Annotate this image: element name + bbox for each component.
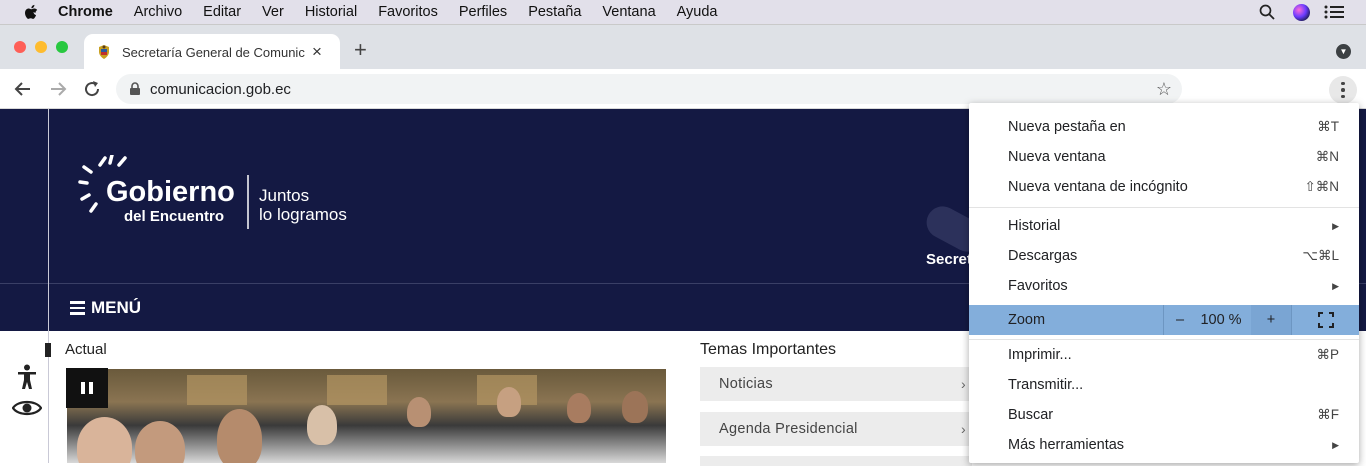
tab-strip: Secretaría General de Comunic × + ▼	[0, 24, 1366, 70]
reload-icon[interactable]	[83, 80, 101, 98]
star-icon[interactable]: ☆	[1156, 79, 1172, 100]
accessibility-sidebar	[10, 364, 42, 418]
news-photo[interactable]	[67, 369, 666, 463]
submenu-arrow-icon: ▶	[1332, 280, 1339, 291]
zoom-out-button[interactable]: –	[1165, 305, 1195, 335]
gobierno-logo[interactable]: Gobierno del Encuentro Juntos lo logramo…	[78, 155, 378, 235]
menu-item-mas-herramientas[interactable]: Más herramientas ▶	[969, 430, 1359, 460]
submenu-arrow-icon: ▶	[1332, 439, 1339, 450]
menu-item-nueva-ventana[interactable]: Nueva ventana ⌘N	[969, 142, 1359, 172]
menu-perfiles[interactable]: Perfiles	[459, 4, 507, 20]
menu-item-descargas[interactable]: Descargas ⌥⌘L	[969, 241, 1359, 271]
menu-item-buscar[interactable]: Buscar ⌘F	[969, 400, 1359, 430]
accessibility-icon[interactable]	[16, 364, 38, 390]
menu-item-historial[interactable]: Historial ▶	[969, 211, 1359, 241]
hero-title-peek: Secret	[926, 251, 972, 268]
tab-title: Secretaría General de Comunic	[122, 44, 305, 60]
menu-item-nueva-pestana[interactable]: Nueva pestaña en ⌘T	[969, 112, 1359, 142]
menu-item-zoom: Zoom – 100 % +	[969, 305, 1359, 335]
eye-icon[interactable]	[12, 398, 42, 418]
svg-text:Juntos: Juntos	[259, 186, 309, 205]
svg-text:lo logramos: lo logramos	[259, 205, 347, 224]
menu-item-imprimir[interactable]: Imprimir... ⌘P	[969, 340, 1359, 370]
menu-label: MENÚ	[91, 298, 142, 317]
forward-icon[interactable]	[49, 80, 67, 98]
menu-chrome[interactable]: Chrome	[58, 4, 113, 20]
tema-agenda-presidencial[interactable]: Agenda Presidencial ›	[700, 412, 972, 446]
svg-text:Gobierno: Gobierno	[106, 176, 235, 208]
actual-heading: Actual	[65, 341, 107, 358]
tema-item-partial[interactable]	[700, 456, 972, 466]
fullscreen-icon[interactable]	[1309, 305, 1343, 335]
address-bar[interactable]: comunicacion.gob.ec ☆	[116, 74, 1182, 104]
search-icon[interactable]	[1259, 4, 1275, 20]
menu-ventana[interactable]: Ventana	[602, 4, 655, 20]
menu-ver[interactable]: Ver	[262, 4, 284, 20]
menu-archivo[interactable]: Archivo	[134, 4, 182, 20]
close-window-button[interactable]	[14, 41, 26, 53]
menu-item-incognito[interactable]: Nueva ventana de incógnito ⇧⌘N	[969, 172, 1359, 202]
menu-ayuda[interactable]: Ayuda	[677, 4, 718, 20]
menu-favoritos[interactable]: Favoritos	[378, 4, 438, 20]
section-marker	[45, 343, 51, 357]
tema-label: Agenda Presidencial	[719, 421, 858, 437]
zoom-window-button[interactable]	[56, 41, 68, 53]
divider	[48, 109, 49, 463]
hamburger-icon	[70, 301, 85, 315]
zoom-label: Zoom	[1008, 312, 1046, 328]
menu-editar[interactable]: Editar	[203, 4, 241, 20]
tema-label: Noticias	[719, 376, 773, 392]
chevron-right-icon: ›	[961, 376, 966, 392]
minimize-window-button[interactable]	[35, 41, 47, 53]
siri-icon[interactable]	[1293, 3, 1310, 21]
menu-pestana[interactable]: Pestaña	[528, 4, 581, 20]
macos-menubar: Chrome Archivo Editar Ver Historial Favo…	[0, 0, 1366, 24]
menu-item-transmitir[interactable]: Transmitir...	[969, 370, 1359, 400]
apple-icon[interactable]	[22, 3, 40, 21]
zoom-in-button[interactable]: +	[1251, 305, 1291, 335]
url-text[interactable]: comunicacion.gob.ec	[150, 81, 291, 98]
chevron-right-icon: ›	[961, 421, 966, 437]
svg-text:del Encuentro: del Encuentro	[124, 208, 224, 225]
pause-icon[interactable]	[66, 368, 108, 408]
tab-search-dropdown-icon[interactable]: ▼	[1336, 44, 1351, 59]
ecuador-shield-favicon	[99, 45, 109, 59]
control-center-icon[interactable]	[1324, 5, 1344, 19]
tema-noticias[interactable]: Noticias ›	[700, 367, 972, 401]
browser-tab[interactable]: Secretaría General de Comunic ×	[84, 34, 340, 70]
menu-item-favoritos[interactable]: Favoritos ▶	[969, 271, 1359, 301]
lock-icon[interactable]	[128, 82, 142, 96]
menu-separator	[969, 207, 1359, 208]
submenu-arrow-icon: ▶	[1332, 220, 1339, 231]
temas-heading: Temas Importantes	[700, 341, 837, 358]
zoom-level: 100 %	[1200, 312, 1242, 328]
menu-button[interactable]: MENÚ	[70, 298, 141, 318]
chrome-main-menu: Nueva pestaña en ⌘T Nueva ventana ⌘N Nueva…	[969, 103, 1359, 463]
kebab-icon[interactable]	[1329, 76, 1357, 104]
menu-historial[interactable]: Historial	[305, 4, 357, 20]
back-icon[interactable]	[14, 80, 32, 98]
tab-close-icon[interactable]: ×	[312, 42, 322, 62]
new-tab-button[interactable]: +	[354, 37, 367, 63]
